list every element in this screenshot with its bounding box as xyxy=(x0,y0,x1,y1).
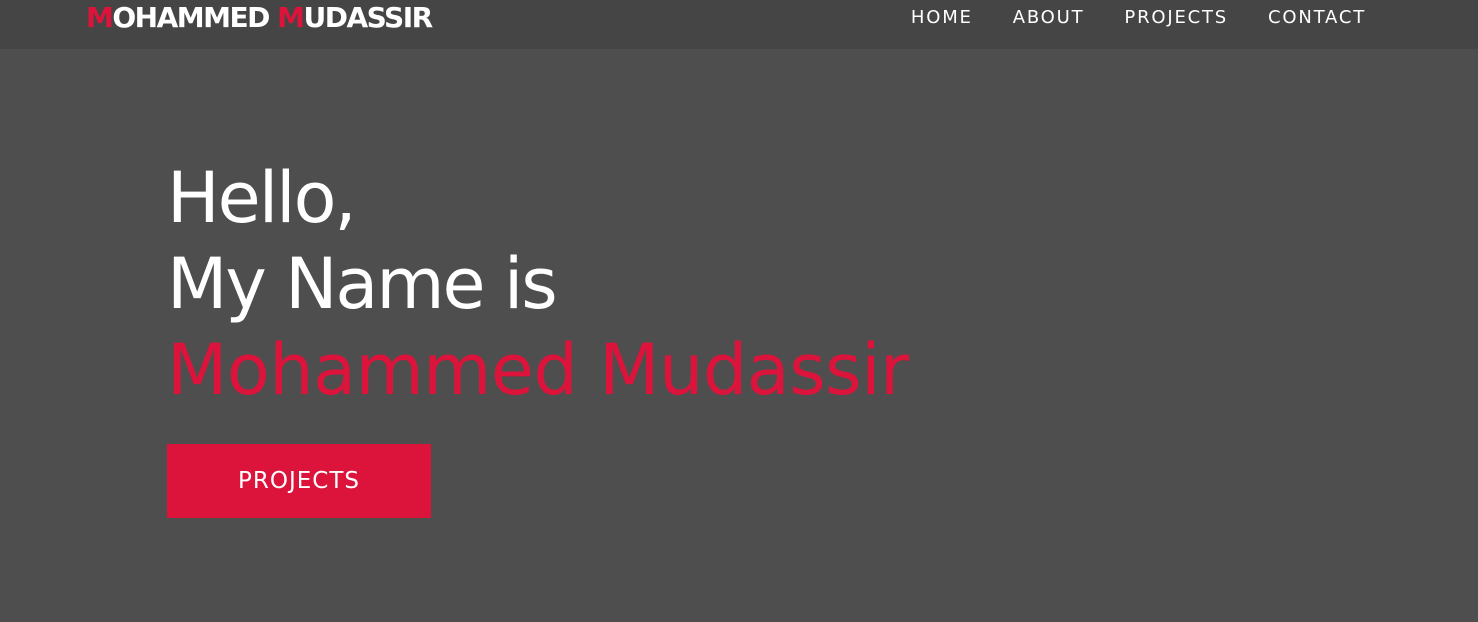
logo-initial-last: M xyxy=(277,1,305,34)
hero-section: Hello, My Name is Mohammed Mudassir xyxy=(167,155,909,413)
site-logo[interactable]: MOHAMMED MUDASSIR xyxy=(86,0,434,36)
navbar: MOHAMMED MUDASSIR HOME ABOUT PROJECTS CO… xyxy=(0,0,1478,49)
nav-link-projects[interactable]: PROJECTS xyxy=(1124,0,1228,36)
hero-name: Mohammed Mudassir xyxy=(167,329,909,411)
logo-last-name: UDASSIR xyxy=(303,1,434,34)
nav-link-contact[interactable]: CONTACT xyxy=(1268,0,1366,36)
nav-link-about[interactable]: ABOUT xyxy=(1013,0,1085,36)
main-nav: HOME ABOUT PROJECTS CONTACT xyxy=(871,0,1366,36)
projects-button[interactable]: PROJECTS xyxy=(167,444,431,518)
hero-intro: My Name is xyxy=(167,243,558,325)
nav-link-home[interactable]: HOME xyxy=(911,0,973,36)
logo-initial-first: M xyxy=(86,1,114,34)
logo-first-name: OHAMMED xyxy=(112,1,278,34)
hero-greeting: Hello, xyxy=(167,157,357,239)
